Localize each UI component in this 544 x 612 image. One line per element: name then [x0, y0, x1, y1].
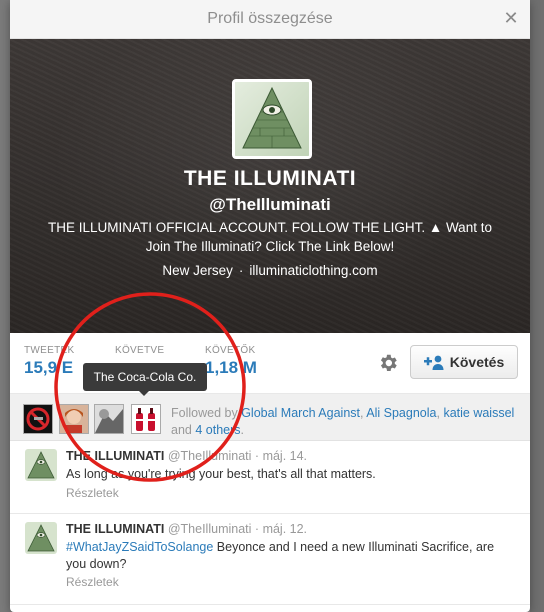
followed-by-text: Followed by Global March Against, Ali Sp… [171, 405, 516, 439]
followed-by-sep-1: , [360, 406, 364, 420]
tweet-header: THE ILLUMINATI @TheIlluminati · máj. 12. [66, 522, 307, 536]
stat-tweets-label: TWEETEK [24, 345, 75, 356]
follower-avatar-coca-cola[interactable] [131, 404, 161, 434]
tweet-author-name[interactable]: THE ILLUMINATI [66, 522, 164, 536]
profile-bio: THE ILLUMINATI OFFICIAL ACCOUNT. FOLLOW … [48, 220, 492, 254]
meta-separator: · [238, 263, 244, 278]
tweet-item-1[interactable]: THE ILLUMINATI @TheIlluminati · máj. 14.… [10, 441, 530, 514]
profile-avatar[interactable] [232, 79, 312, 159]
profile-location: New Jersey [162, 263, 233, 278]
stat-following-label: KÖVETVE [115, 345, 165, 356]
stat-followers[interactable]: KÖVETŐK 1,18 M [205, 345, 257, 378]
profile-summary-modal: Profil összegzése ✕ THE ILLUMINATI @TheI… [10, 0, 530, 612]
tweet-hashtag-link[interactable]: #WhatJayZSaidToSolange [66, 540, 213, 554]
coca-cola-tooltip: The Coca-Cola Co. [83, 363, 207, 396]
followed-by-others-link[interactable]: 4 others [195, 423, 240, 437]
tweet-text: As long as you're trying your best, that… [66, 467, 376, 481]
illuminati-eye-pyramid-icon [235, 82, 309, 156]
followed-by-section: Followed by Global March Against, Ali Sp… [10, 394, 530, 441]
coca-cola-bottles-icon [132, 405, 160, 433]
tweet-author-handle[interactable]: @TheIlluminati [168, 522, 252, 536]
tweet-details-link[interactable]: Részletek [66, 486, 119, 500]
followed-by-link-1[interactable]: Global March Against [241, 406, 360, 420]
modal-header: Profil összegzése ✕ [10, 0, 530, 39]
backdrop-right-strip [530, 0, 544, 612]
profile-name[interactable]: THE ILLUMINATI [10, 167, 530, 191]
tweet-item-2[interactable]: THE ILLUMINATI @TheIlluminati · máj. 12.… [10, 514, 530, 605]
tweet-avatar[interactable] [25, 522, 57, 554]
stat-tweets-value: 15,9 E [24, 358, 74, 377]
tweet-header: THE ILLUMINATI @TheIlluminati · máj. 14. [66, 449, 307, 463]
followed-by-period: . [240, 423, 244, 437]
tweet-author-name[interactable]: THE ILLUMINATI [66, 449, 164, 463]
follower-avatar-1[interactable] [23, 404, 53, 434]
illuminati-eye-pyramid-icon [25, 522, 57, 554]
profile-website-link[interactable]: illuminaticlothing.com [249, 263, 377, 278]
follower-avatar-2[interactable] [59, 404, 89, 434]
followed-by-sep-2: , [436, 406, 440, 420]
tweet-avatar[interactable] [25, 449, 57, 481]
tweet-separator: · [254, 522, 260, 536]
gear-icon[interactable] [377, 352, 399, 374]
person-photo-icon [60, 405, 88, 433]
profile-header-card: THE ILLUMINATI @TheIlluminati THE ILLUMI… [10, 39, 530, 333]
illuminati-eye-pyramid-icon [25, 449, 57, 481]
tweet-text: #WhatJayZSaidToSolange Beyonce and I nee… [66, 539, 516, 573]
close-icon[interactable]: ✕ [502, 9, 520, 27]
profile-handle[interactable]: @TheIlluminati [10, 195, 530, 215]
profile-meta: New Jersey · illuminaticlothing.com [10, 263, 530, 278]
follow-button[interactable]: Követés [410, 345, 518, 379]
follow-button-label: Követés [449, 354, 505, 370]
stat-tweets[interactable]: TWEETEK 15,9 E [24, 345, 74, 378]
modal-title: Profil összegzése [207, 10, 333, 27]
tweet-date[interactable]: máj. 12. [263, 522, 307, 536]
followed-by-link-3[interactable]: katie waissel [443, 406, 514, 420]
user-plus-icon [423, 355, 444, 370]
follower-avatar-3[interactable] [94, 404, 124, 434]
tweet-separator: · [254, 449, 260, 463]
tweet-author-handle[interactable]: @TheIlluminati [168, 449, 252, 463]
no-weapons-icon [24, 405, 52, 433]
stat-followers-value: 1,18 M [205, 358, 257, 377]
tweet-details-link[interactable]: Részletek [66, 575, 119, 589]
followed-by-link-2[interactable]: Ali Spagnola [366, 406, 436, 420]
bw-photo-icon [95, 405, 123, 433]
stat-following[interactable]: KÖVETVE [115, 345, 164, 358]
tweet-date[interactable]: máj. 14. [263, 449, 307, 463]
followed-by-and: and [171, 423, 192, 437]
followed-by-prefix: Followed by [171, 406, 238, 420]
stat-followers-label: KÖVETŐK [205, 345, 256, 356]
